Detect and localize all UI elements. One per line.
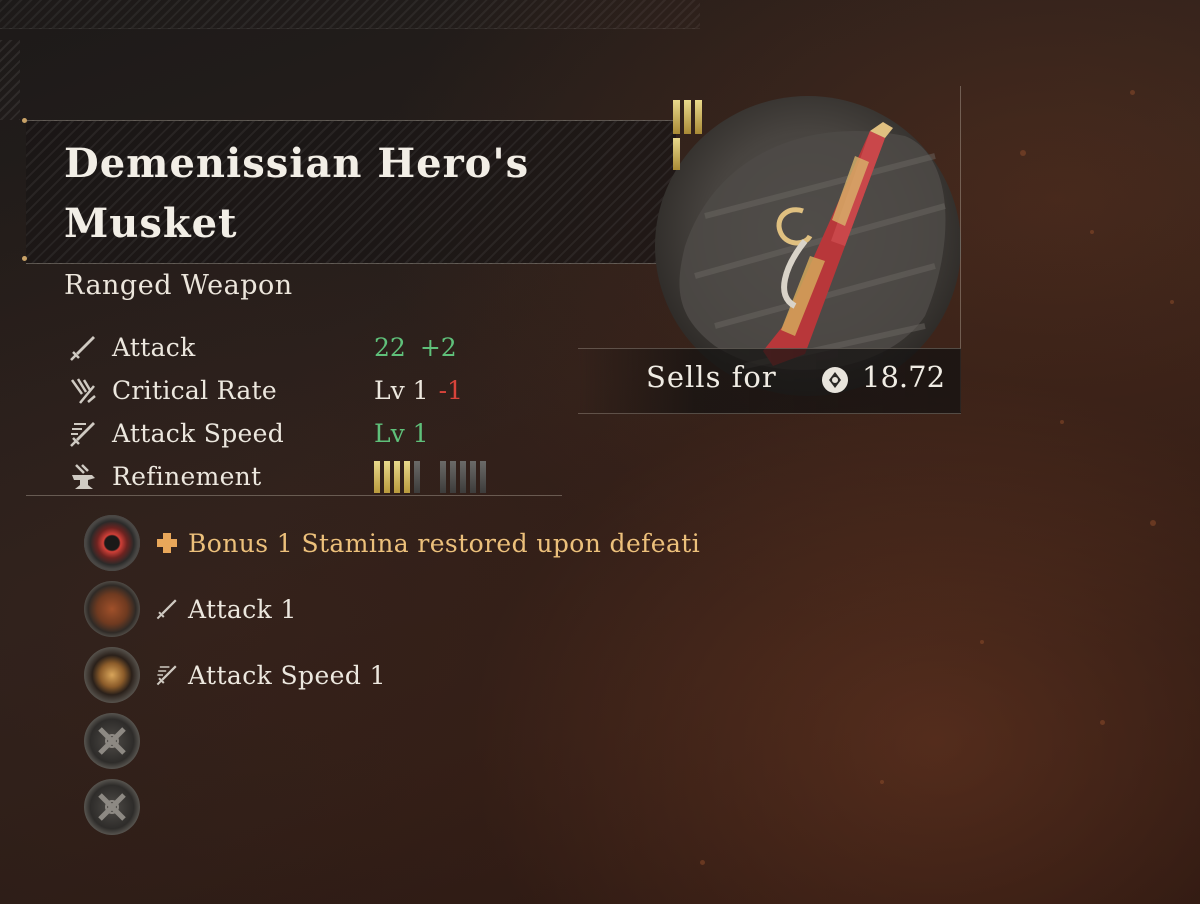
effect-row[interactable]: Attack 1 xyxy=(84,576,720,642)
effect-row-empty[interactable] xyxy=(84,708,720,774)
attack-orb-icon xyxy=(84,581,140,637)
effects-list: Bonus 1 Stamina restored upon defeati At… xyxy=(84,510,720,840)
sells-for-label: Sells for xyxy=(646,360,777,394)
empty-slot-icon xyxy=(84,713,140,769)
attack-speed-icon xyxy=(154,662,180,688)
stat-base-value: 22 xyxy=(374,333,406,362)
effect-row[interactable]: Bonus 1 Stamina restored upon defeati xyxy=(84,510,720,576)
stat-label: Attack xyxy=(112,333,196,362)
item-title: Demenissian Hero's Musket xyxy=(64,140,530,247)
grade-indicator-top xyxy=(673,100,702,134)
refinement-bar-empty xyxy=(460,460,466,493)
refinement-bar-filled xyxy=(394,460,400,493)
speed-orb-icon xyxy=(84,647,140,703)
effect-text: Attack Speed 1 xyxy=(188,660,386,690)
refinement-bar-empty xyxy=(450,460,456,493)
side-decoration xyxy=(0,40,20,120)
empty-slot-icon xyxy=(84,779,140,835)
stat-row-attack: Attack 22 +2 xyxy=(66,326,626,369)
refinement-bars xyxy=(374,460,486,493)
stat-row-critical-rate: Critical Rate Lv 1 -1 xyxy=(66,369,626,412)
refinement-bar-empty xyxy=(470,460,476,493)
refinement-bar-filled xyxy=(384,460,390,493)
plus-icon xyxy=(154,530,180,556)
item-type: Ranged Weapon xyxy=(64,270,293,301)
stamina-orb-icon xyxy=(84,515,140,571)
stat-base-value: Lv 1 xyxy=(374,419,429,448)
critical-slash-icon xyxy=(66,374,100,408)
refinement-bar-filled xyxy=(374,460,380,493)
stat-label: Critical Rate xyxy=(112,376,278,405)
stat-base-value: Lv 1 xyxy=(374,376,429,405)
stat-row-refinement: Refinement xyxy=(66,455,626,498)
sword-icon xyxy=(154,596,180,622)
corner-ornament xyxy=(22,256,27,261)
effect-row-empty[interactable] xyxy=(84,774,720,840)
header-decoration xyxy=(0,0,700,29)
grade-indicator-bottom xyxy=(673,138,680,170)
stat-modifier: -1 xyxy=(438,376,463,405)
sword-icon xyxy=(66,331,100,365)
stat-row-attack-speed: Attack Speed Lv 1 xyxy=(66,412,626,455)
coin-icon xyxy=(822,367,848,393)
section-divider xyxy=(26,495,562,496)
stat-label: Refinement xyxy=(112,462,262,491)
refinement-bar-empty xyxy=(480,460,486,493)
attack-speed-icon xyxy=(66,417,100,451)
effect-text: Attack 1 xyxy=(188,594,297,624)
refinement-bar-filled xyxy=(404,460,410,493)
anvil-icon xyxy=(66,460,100,494)
stat-label: Attack Speed xyxy=(112,419,285,448)
effect-text: Bonus 1 Stamina restored upon defeati xyxy=(188,528,701,558)
stat-modifier: +2 xyxy=(419,333,457,362)
sell-price-value: 18.72 xyxy=(862,360,946,394)
refinement-bar-empty xyxy=(414,460,420,493)
effect-row[interactable]: Attack Speed 1 xyxy=(84,642,720,708)
refinement-bar-empty xyxy=(440,460,446,493)
corner-ornament xyxy=(22,118,27,123)
stats-list: Attack 22 +2 Critical Rate Lv 1 -1 Attac… xyxy=(66,326,626,498)
